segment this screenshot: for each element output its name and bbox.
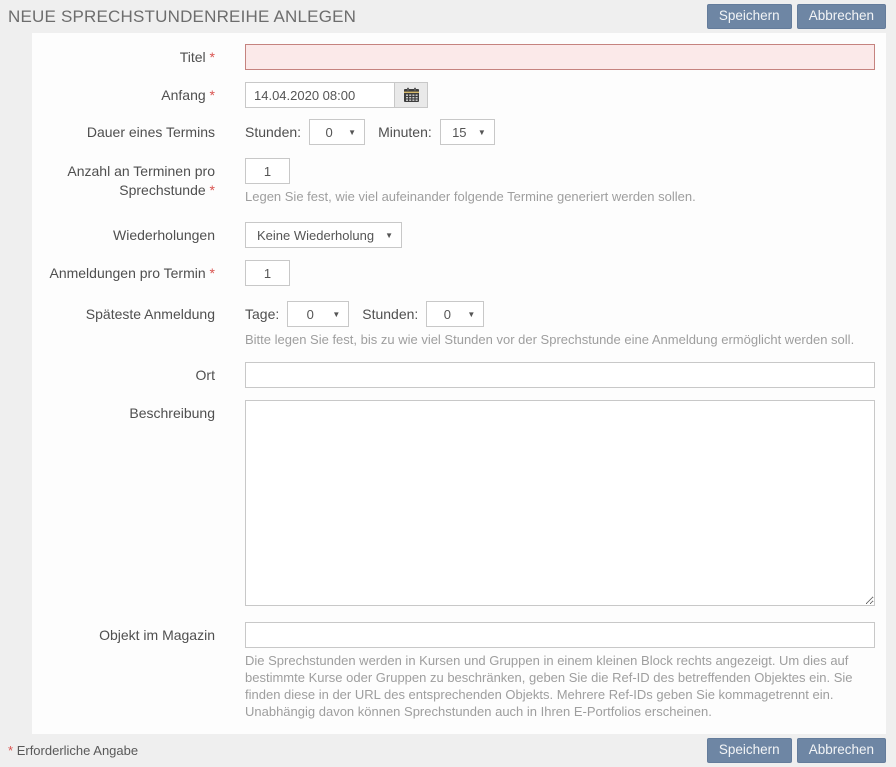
calendar-button[interactable]: [395, 82, 428, 108]
ort-input[interactable]: [245, 362, 875, 388]
dauer-stunden-select[interactable]: 0 ▼: [309, 119, 365, 145]
anmeldungen-input[interactable]: [245, 260, 290, 286]
wiederholungen-label: Wiederholungen: [32, 222, 215, 245]
row-anzahl: Anzahl an Terminen pro Sprechstunde * Le…: [32, 158, 886, 205]
anzahl-input[interactable]: [245, 158, 290, 184]
page-title: NEUE SPRECHSTUNDENREIHE ANLEGEN: [8, 7, 356, 27]
ort-label: Ort: [32, 362, 215, 385]
row-spaeteste-anmeldung: Späteste Anmeldung Tage: 0 ▼ Stunden: 0 …: [32, 301, 886, 348]
dauer-stunden-label: Stunden:: [245, 119, 301, 145]
cancel-button[interactable]: Abbrechen: [797, 4, 886, 30]
beschreibung-label: Beschreibung: [32, 400, 215, 423]
anfang-label: Anfang *: [32, 82, 215, 105]
save-button[interactable]: Speichern: [707, 738, 792, 764]
cancel-button[interactable]: Abbrechen: [797, 738, 886, 764]
required-asterisk: *: [8, 743, 13, 758]
row-anfang: Anfang *: [32, 82, 886, 108]
objekt-help-text: Die Sprechstunden werden in Kursen und G…: [245, 652, 875, 720]
row-objekt-im-magazin: Objekt im Magazin Die Sprechstunden werd…: [32, 622, 886, 720]
row-ort: Ort: [32, 362, 886, 388]
anzahl-help-text: Legen Sie fest, wie viel aufeinander fol…: [245, 188, 875, 205]
chevron-down-icon: ▼: [467, 310, 475, 319]
spaeteste-tage-select[interactable]: 0 ▼: [287, 301, 349, 327]
spaeteste-label: Späteste Anmeldung: [32, 301, 215, 324]
spaeteste-help-text: Bitte legen Sie fest, bis zu wie viel St…: [245, 331, 875, 348]
header-button-group: Speichern Abbrechen: [707, 4, 886, 30]
beschreibung-textarea[interactable]: [245, 400, 875, 606]
save-button[interactable]: Speichern: [707, 4, 792, 30]
anmeldungen-label: Anmeldungen pro Termin *: [32, 260, 215, 283]
form-panel: Titel * Anfang *: [32, 33, 886, 734]
dauer-label: Dauer eines Termins: [32, 119, 215, 142]
spaeteste-stunden-label: Stunden:: [362, 301, 418, 327]
required-asterisk: *: [210, 265, 215, 281]
anzahl-label: Anzahl an Terminen pro Sprechstunde *: [32, 158, 215, 200]
chevron-down-icon: ▼: [348, 128, 356, 137]
dauer-minuten-label: Minuten:: [378, 119, 432, 145]
spaeteste-stunden-select[interactable]: 0 ▼: [426, 301, 484, 327]
wiederholungen-select[interactable]: Keine Wiederholung ▼: [245, 222, 402, 248]
row-dauer: Dauer eines Termins Stunden: 0 ▼ Minuten…: [32, 119, 886, 145]
chevron-down-icon: ▼: [332, 310, 340, 319]
row-anmeldungen: Anmeldungen pro Termin *: [32, 260, 886, 286]
required-note: * Erforderliche Angabe: [8, 743, 138, 758]
titel-input[interactable]: [245, 44, 875, 70]
titel-label: Titel *: [32, 44, 215, 67]
required-asterisk: *: [210, 87, 215, 103]
chevron-down-icon: ▼: [385, 231, 393, 240]
required-asterisk: *: [210, 182, 215, 198]
row-beschreibung: Beschreibung: [32, 400, 886, 611]
dauer-minuten-select[interactable]: 15 ▼: [440, 119, 495, 145]
row-titel: Titel *: [32, 44, 886, 70]
calendar-icon: [403, 87, 420, 103]
footer-button-group: Speichern Abbrechen: [707, 738, 886, 764]
chevron-down-icon: ▼: [478, 128, 486, 137]
spaeteste-tage-label: Tage:: [245, 301, 279, 327]
form-header: NEUE SPRECHSTUNDENREIHE ANLEGEN Speicher…: [0, 0, 896, 33]
row-wiederholungen: Wiederholungen Keine Wiederholung ▼: [32, 222, 886, 248]
anfang-date-input[interactable]: [245, 82, 395, 108]
objekt-label: Objekt im Magazin: [32, 622, 215, 645]
objekt-input[interactable]: [245, 622, 875, 648]
form-footer: * Erforderliche Angabe Speichern Abbrech…: [0, 734, 896, 767]
required-asterisk: *: [210, 49, 215, 65]
